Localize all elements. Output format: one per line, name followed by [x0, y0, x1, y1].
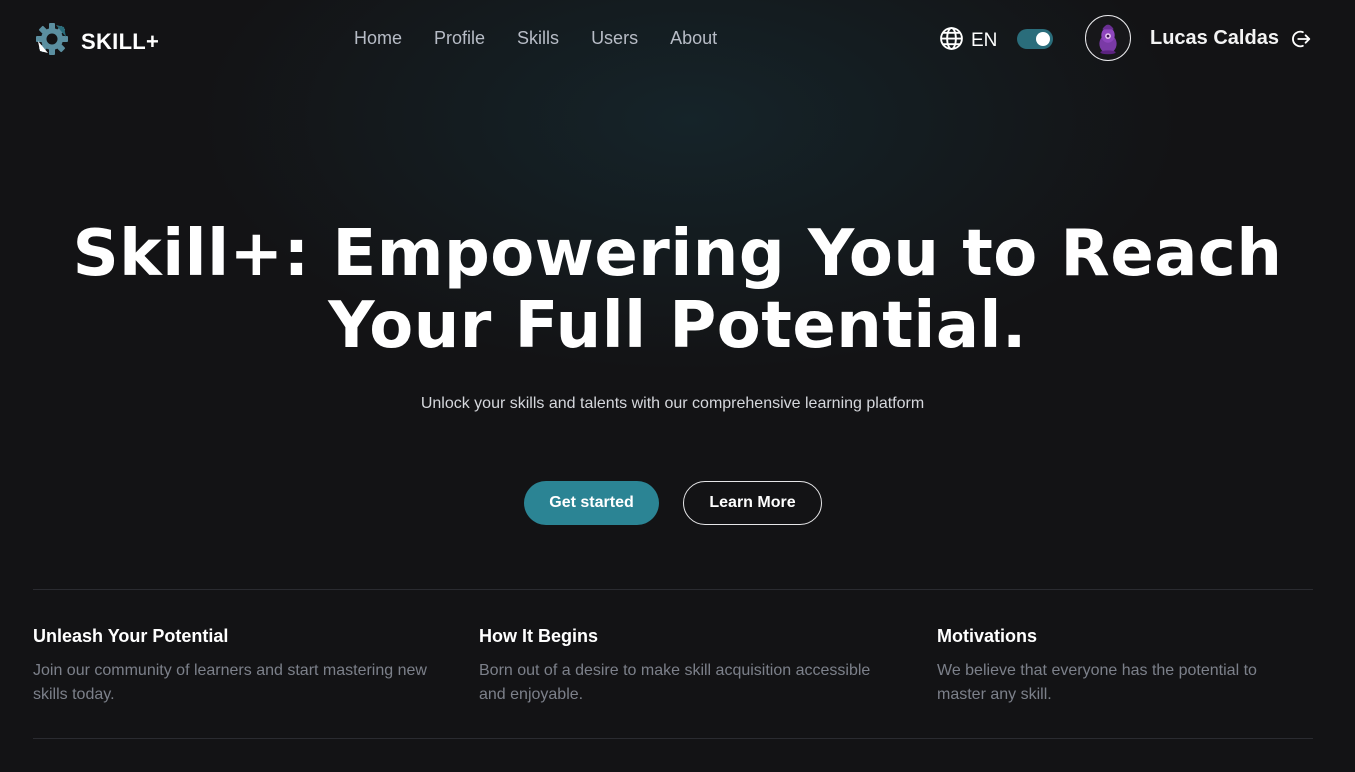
logout-icon: [1290, 30, 1312, 54]
hero-title: Skill+: Empowering You to Reach Your Ful…: [72, 217, 1283, 363]
feature-card: How It Begins Born out of a desire to ma…: [479, 626, 879, 707]
divider-bottom: [33, 738, 1313, 739]
toggle-knob: [1036, 32, 1050, 46]
feature-title: How It Begins: [479, 626, 599, 646]
navbar: SKILL+ Home Profile Skills Users About E…: [0, 0, 1355, 80]
purple-character-avatar: [1099, 24, 1117, 55]
logout-button[interactable]: [1290, 28, 1312, 50]
hero-subtitle: Unlock your skills and talents with our …: [420, 395, 925, 412]
nav-link-profile[interactable]: Profile: [434, 28, 485, 49]
language-label: EN: [971, 30, 998, 51]
user-name[interactable]: Lucas Caldas: [1150, 27, 1279, 50]
page: SKILL+ Home Profile Skills Users About E…: [0, 0, 1355, 772]
feature-text: Join our community of learners and start…: [33, 662, 427, 703]
theme-toggle[interactable]: [1017, 29, 1053, 49]
nav-link-skills[interactable]: Skills: [517, 28, 559, 49]
main-nav: Home Profile Skills Users About: [354, 28, 749, 49]
nav-link-users[interactable]: Users: [591, 28, 638, 49]
feature-card: Unleash Your Potential Join our communit…: [33, 626, 433, 707]
feature-card: Motivations We believe that everyone has…: [937, 626, 1297, 707]
feature-title: Motivations: [937, 626, 1038, 646]
brand-logo-link[interactable]: SKILL+: [35, 22, 159, 61]
brand-name: SKILL+: [81, 28, 160, 54]
learn-more-button[interactable]: Learn More: [683, 481, 822, 525]
avatar[interactable]: [1085, 15, 1131, 61]
nav-link-about[interactable]: About: [670, 28, 717, 49]
divider-top: [33, 589, 1313, 590]
feature-text: We believe that everyone has the potenti…: [937, 662, 1257, 703]
get-started-button[interactable]: Get started: [524, 481, 659, 525]
globe-icon: [939, 26, 964, 56]
feature-text: Born out of a desire to make skill acqui…: [479, 662, 871, 703]
nav-link-home[interactable]: Home: [354, 28, 402, 49]
gear-logo-icon: [35, 22, 69, 61]
feature-title: Unleash Your Potential: [33, 626, 229, 646]
language-selector[interactable]: EN: [939, 26, 997, 56]
